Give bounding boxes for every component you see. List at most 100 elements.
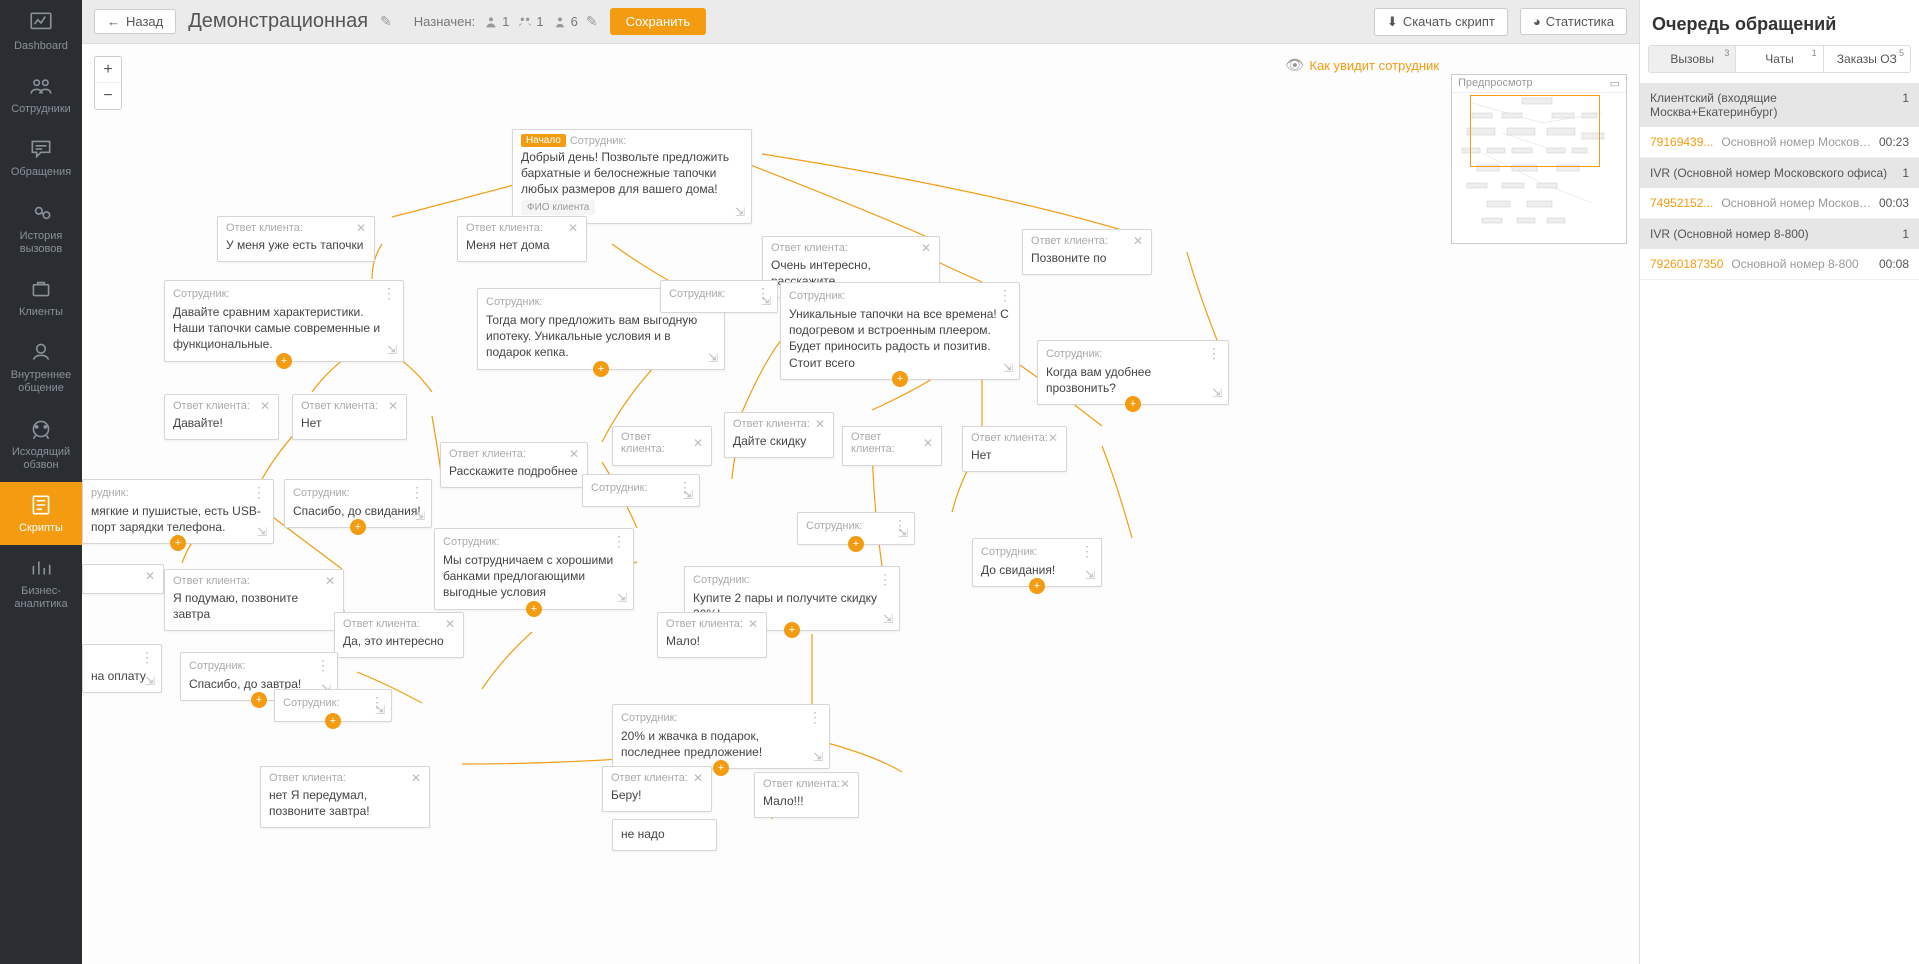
queue-item[interactable]: 79169439...Основной номер Московского оф… <box>1640 127 1919 158</box>
more-icon[interactable]: ⋮ <box>252 484 265 501</box>
assigned-agents[interactable]: 1 <box>483 14 509 30</box>
nav-scripts[interactable]: Скрипты <box>0 482 82 545</box>
close-icon[interactable]: ✕ <box>388 399 398 413</box>
link-icon[interactable]: ⇲ <box>761 294 771 308</box>
nav-employees[interactable]: Сотрудники <box>0 63 82 126</box>
node-employee[interactable]: Сотрудник:⋮Мы сотрудничаем с хорошими ба… <box>434 528 634 610</box>
node-employee[interactable]: Сотрудник:⋮Давайте сравним характеристик… <box>164 280 404 362</box>
queue-item[interactable]: 79260187350Основной номер 8-80000:08 <box>1640 249 1919 280</box>
link-icon[interactable]: ⇲ <box>375 703 385 717</box>
canvas[interactable]: + − 👁Как увидит сотрудник Предпросмотр▭ <box>82 44 1639 964</box>
node-employee[interactable]: Сотрудник:⋮⇲+ <box>797 512 915 545</box>
overview-collapse-icon[interactable]: ▭ <box>1610 77 1620 90</box>
add-plus-icon[interactable]: + <box>251 692 267 708</box>
node-client-answer[interactable]: Ответ клиента:✕ <box>842 426 942 466</box>
link-icon[interactable]: ⇲ <box>617 591 627 605</box>
add-plus-icon[interactable]: + <box>784 622 800 638</box>
add-plus-icon[interactable]: + <box>713 760 729 776</box>
more-icon[interactable]: ⋮ <box>410 484 423 501</box>
link-icon[interactable]: ⇲ <box>898 526 908 540</box>
node-client-answer[interactable]: Ответ клиента:✕Я подумаю, позвоните завт… <box>164 569 344 631</box>
close-icon[interactable]: ✕ <box>693 771 703 785</box>
link-icon[interactable]: ⇲ <box>1085 568 1095 582</box>
node-employee[interactable]: Сотрудник:⋮⇲+ <box>274 689 392 722</box>
close-icon[interactable]: ✕ <box>840 777 850 791</box>
edit-assigned-icon[interactable]: ✎ <box>586 13 598 30</box>
link-icon[interactable]: ⇲ <box>883 612 893 626</box>
link-icon[interactable]: ⇲ <box>145 674 155 688</box>
tab-calls[interactable]: Вызовы3 <box>1649 46 1736 72</box>
close-icon[interactable]: ✕ <box>693 436 703 450</box>
more-icon[interactable]: ⋮ <box>612 533 625 550</box>
add-plus-icon[interactable]: + <box>848 536 864 552</box>
link-icon[interactable]: ⇲ <box>735 205 745 219</box>
node-client-answer[interactable]: Ответ клиента:✕Расскажите подробнее <box>440 442 588 488</box>
queue-group[interactable]: IVR (Основной номер 8-800)1 <box>1640 219 1919 249</box>
close-icon[interactable]: ✕ <box>815 417 825 431</box>
add-plus-icon[interactable]: + <box>1029 578 1045 594</box>
more-icon[interactable]: ⋮ <box>382 285 395 302</box>
save-button[interactable]: Сохранить <box>610 8 707 35</box>
add-plus-icon[interactable]: + <box>892 371 908 387</box>
tab-chats[interactable]: Чаты1 <box>1736 46 1823 72</box>
node-client-answer[interactable]: Ответ клиента:✕ <box>612 426 712 466</box>
nav-dashboard[interactable]: Dashboard <box>0 0 82 63</box>
node-client-answer[interactable]: Ответ клиента:✕Позвоните по <box>1022 229 1152 275</box>
close-icon[interactable]: ✕ <box>748 617 758 631</box>
node-employee[interactable]: Сотрудник:⋮20% и жвачка в подарок, после… <box>612 704 830 769</box>
more-icon[interactable]: ⋮ <box>316 657 329 674</box>
node-employee[interactable]: Сотрудник:⋮⇲ <box>582 474 700 507</box>
link-icon[interactable]: ⇲ <box>1003 361 1013 375</box>
nav-internal-chat[interactable]: Внутреннее общение <box>0 329 82 405</box>
assigned-groups[interactable]: 1 <box>517 14 543 30</box>
add-plus-icon[interactable]: + <box>1125 396 1141 412</box>
add-plus-icon[interactable]: + <box>593 361 609 377</box>
more-icon[interactable]: ⋮ <box>1207 345 1220 362</box>
node-employee[interactable]: рудник:⋮мягкие и пушистые, есть USB-порт… <box>82 479 274 544</box>
add-plus-icon[interactable]: + <box>170 535 186 551</box>
close-icon[interactable]: ✕ <box>356 221 366 235</box>
node-client-answer[interactable]: Ответ клиента:✕Мало! <box>657 612 767 658</box>
node-client-answer[interactable]: Ответ клиента:✕У меня уже есть тапочки <box>217 216 375 262</box>
add-plus-icon[interactable]: + <box>276 353 292 369</box>
close-icon[interactable]: ✕ <box>145 569 155 583</box>
add-plus-icon[interactable]: + <box>350 519 366 535</box>
close-icon[interactable]: ✕ <box>445 617 455 631</box>
more-icon[interactable]: ⋮ <box>1080 543 1093 560</box>
queue-group[interactable]: IVR (Основной номер Московского офиса)1 <box>1640 158 1919 188</box>
nav-outbound[interactable]: Исходящий обзвон <box>0 406 82 482</box>
node-client-answer[interactable]: Ответ клиента:✕Мало!!! <box>754 772 859 818</box>
node-client-answer[interactable]: Ответ клиента:✕Нет <box>292 394 407 440</box>
node-client-answer[interactable]: Ответ клиента:✕нет Я передумал, позвонит… <box>260 766 430 828</box>
add-plus-icon[interactable]: + <box>325 713 341 729</box>
link-icon[interactable]: ⇲ <box>813 750 823 764</box>
node-client-answer[interactable]: Ответ клиента:✕Да, это интересно <box>334 612 464 658</box>
node-client-answer[interactable]: Ответ клиента:✕Нет <box>962 426 1067 472</box>
close-icon[interactable]: ✕ <box>325 574 335 588</box>
add-plus-icon[interactable]: + <box>526 601 542 617</box>
close-icon[interactable]: ✕ <box>411 771 421 785</box>
overview-panel[interactable]: Предпросмотр▭ <box>1451 74 1627 244</box>
statistics-button[interactable]: ◕Статистика <box>1520 8 1627 35</box>
download-script-button[interactable]: ⬇Скачать скрипт <box>1374 8 1508 36</box>
nav-requests[interactable]: Обращения <box>0 126 82 189</box>
node-client-answer[interactable]: не надо <box>612 819 717 851</box>
node-client-answer[interactable]: Ответ клиента:✕Меня нет дома <box>457 216 587 262</box>
close-icon[interactable]: ✕ <box>568 221 578 235</box>
more-icon[interactable]: ⋮ <box>878 571 891 588</box>
assigned-users[interactable]: 6 <box>552 14 578 30</box>
node-client-answer[interactable]: Ответ клиента:✕Беру! <box>602 766 712 812</box>
tab-orders[interactable]: Заказы ОЗ5 <box>1824 46 1910 72</box>
node-employee[interactable]: Сотрудник:⋮⇲ <box>660 280 778 313</box>
close-icon[interactable]: ✕ <box>921 241 931 255</box>
node-client-answer[interactable]: Ответ клиента:✕Давайте! <box>164 394 279 440</box>
zoom-out-button[interactable]: − <box>95 83 121 109</box>
queue-item[interactable]: 74952152...Основной номер Московского оф… <box>1640 188 1919 219</box>
more-icon[interactable]: ⋮ <box>998 287 1011 304</box>
preview-as-employee-link[interactable]: 👁Как увидит сотрудник <box>1285 56 1439 74</box>
node-employee[interactable]: Сотрудник:⋮До свидания!⇲+ <box>972 538 1102 587</box>
node-employee[interactable]: Сотрудник:⋮Спасибо, до свидания!⇲+ <box>284 479 432 528</box>
link-icon[interactable]: ⇲ <box>415 509 425 523</box>
more-icon[interactable]: ⋮ <box>140 649 153 666</box>
link-icon[interactable]: ⇲ <box>708 351 718 365</box>
